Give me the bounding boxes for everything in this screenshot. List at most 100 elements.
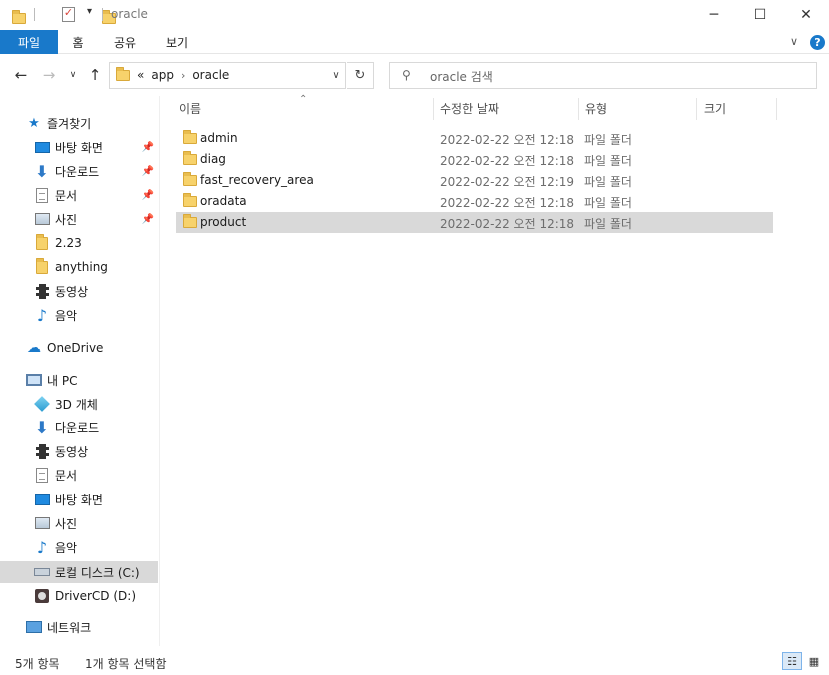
window-title: oracle	[111, 7, 148, 21]
file-type: 파일 폴더	[584, 154, 632, 168]
address-bar[interactable]: « app › oracle	[109, 62, 346, 89]
help-icon[interactable]: ?	[810, 35, 825, 50]
selection-count: 1개 항목 선택함	[85, 657, 167, 671]
navigation-pane: ★ 즐겨찾기 바탕 화면 📌 ⬇ 다운로드 📌 문서 📌 사진 📌 2.23 a…	[0, 96, 160, 646]
sidebar-item-label: 다운로드	[55, 164, 100, 179]
sidebar-item-label: 사진	[55, 516, 78, 531]
file-row-product[interactable]: product 2022-02-22 오전 12:18 파일 폴더	[176, 212, 773, 233]
breadcrumb-app[interactable]: app	[151, 68, 174, 82]
sidebar-item-quick-access[interactable]: ★ 즐겨찾기	[0, 112, 158, 134]
sidebar-item-label: 바탕 화면	[55, 492, 103, 507]
file-name: admin	[200, 131, 238, 145]
breadcrumb-oracle[interactable]: oracle	[192, 68, 229, 82]
sidebar-item-pc-videos[interactable]: 동영상	[0, 440, 158, 462]
file-modified: 2022-02-22 오전 12:19	[440, 175, 575, 189]
file-type: 파일 폴더	[584, 175, 632, 189]
folder-icon	[12, 10, 26, 24]
minimize-button[interactable]: ─	[691, 0, 737, 30]
folder-icon	[36, 257, 48, 274]
sidebar-item-pc-pictures[interactable]: 사진	[0, 512, 158, 534]
sidebar-item-network[interactable]: 네트워크	[0, 616, 158, 638]
column-divider[interactable]	[433, 98, 434, 120]
folder-icon	[36, 233, 48, 250]
large-icons-view-icon[interactable]: ▦	[804, 652, 824, 670]
file-name: oradata	[200, 194, 247, 208]
sidebar-item-pc-documents[interactable]: 문서	[0, 464, 158, 486]
chevron-right-icon[interactable]: ›	[181, 69, 185, 82]
properties-icon[interactable]	[61, 6, 75, 22]
sidebar-item-label: 동영상	[55, 444, 89, 459]
search-input[interactable]: oracle 검색	[430, 68, 493, 85]
file-row-diag[interactable]: diag 2022-02-22 오전 12:18 파일 폴더	[176, 149, 773, 170]
search-box[interactable]: ⚲ oracle 검색	[389, 62, 817, 89]
back-button[interactable]: ←	[11, 65, 31, 85]
sidebar-item-folder-anything[interactable]: anything	[0, 256, 158, 278]
sidebar-item-label: 음악	[55, 540, 78, 555]
column-divider[interactable]	[578, 98, 579, 120]
sidebar-item-label: 음악	[55, 308, 78, 323]
file-type: 파일 폴더	[584, 217, 632, 231]
column-header-type[interactable]: 유형	[585, 96, 695, 120]
column-header-modified[interactable]: 수정한 날짜	[440, 96, 575, 120]
sidebar-item-3d-objects[interactable]: 3D 개체	[0, 393, 158, 415]
title-bar: ▾ oracle ─ ☐ ✕	[0, 0, 829, 30]
sidebar-item-pc-desktop[interactable]: 바탕 화면	[0, 488, 158, 510]
computer-icon	[26, 374, 42, 386]
file-type: 파일 폴더	[584, 196, 632, 210]
sidebar-item-label: 로컬 디스크 (C:)	[55, 565, 140, 580]
tab-share[interactable]: 공유	[108, 30, 142, 54]
refresh-button[interactable]: ↻	[347, 62, 374, 89]
file-type: 파일 폴더	[584, 133, 632, 147]
sidebar-item-label: 사진	[55, 212, 78, 227]
column-divider[interactable]	[696, 98, 697, 120]
sidebar-item-pc-music[interactable]: ♪ 음악	[0, 536, 158, 558]
up-button[interactable]: ↑	[85, 65, 105, 85]
3d-objects-icon	[34, 396, 50, 412]
file-list: ⌃ 이름 수정한 날짜 유형 크기 admin 2022-02-22 오전 12…	[161, 94, 829, 646]
recent-locations-button[interactable]: ∨	[63, 65, 83, 85]
address-dropdown-button[interactable]: ∨	[326, 62, 346, 89]
column-divider[interactable]	[776, 98, 777, 120]
video-icon	[35, 443, 49, 459]
sidebar-item-documents[interactable]: 문서 📌	[0, 184, 158, 206]
toolbar-divider	[34, 8, 35, 21]
sidebar-item-folder-2-23[interactable]: 2.23	[0, 232, 158, 254]
sidebar-item-pc-downloads[interactable]: ⬇ 다운로드	[0, 416, 158, 438]
sidebar-item-onedrive[interactable]: ☁ OneDrive	[0, 337, 158, 359]
sidebar-item-this-pc[interactable]: 내 PC	[0, 369, 158, 391]
sidebar-item-videos[interactable]: 동영상	[0, 280, 158, 302]
customize-quick-access-icon[interactable]: ▾	[87, 6, 92, 24]
column-header-size[interactable]: 크기	[704, 96, 774, 120]
close-button[interactable]: ✕	[783, 0, 829, 30]
cloud-icon: ☁	[27, 340, 41, 356]
sidebar-item-local-disk-c[interactable]: 로컬 디스크 (C:)	[0, 561, 158, 583]
sidebar-item-label: 네트워크	[47, 620, 92, 635]
sidebar-item-music[interactable]: ♪ 음악	[0, 304, 158, 326]
folder-icon	[183, 172, 197, 186]
star-icon: ★	[28, 115, 40, 131]
sidebar-item-downloads[interactable]: ⬇ 다운로드 📌	[0, 160, 158, 182]
download-icon: ⬇	[35, 161, 49, 181]
maximize-button[interactable]: ☐	[737, 0, 783, 30]
column-header-name[interactable]: 이름	[179, 96, 429, 120]
pictures-icon	[34, 213, 50, 225]
sidebar-item-pictures[interactable]: 사진 📌	[0, 208, 158, 230]
music-icon: ♪	[36, 305, 48, 325]
cd-drive-icon	[35, 589, 49, 603]
item-count: 5개 항목	[15, 657, 60, 671]
tab-file[interactable]: 파일	[0, 30, 58, 54]
expand-ribbon-icon[interactable]: ∨	[790, 35, 798, 48]
tab-view[interactable]: 보기	[160, 30, 194, 54]
file-row-oradata[interactable]: oradata 2022-02-22 오전 12:18 파일 폴더	[176, 191, 773, 212]
forward-button[interactable]: →	[39, 65, 59, 85]
sidebar-item-label: 다운로드	[55, 420, 100, 435]
details-view-icon[interactable]: ☷	[782, 652, 802, 670]
folder-icon	[183, 193, 197, 207]
tab-home[interactable]: 홈	[64, 30, 92, 54]
sidebar-item-drivercd-d[interactable]: DriverCD (D:)	[0, 585, 158, 607]
file-row-fast-recovery-area[interactable]: fast_recovery_area 2022-02-22 오전 12:19 파…	[176, 170, 773, 191]
sidebar-item-desktop[interactable]: 바탕 화면 📌	[0, 136, 158, 158]
file-row-admin[interactable]: admin 2022-02-22 오전 12:18 파일 폴더	[176, 128, 773, 149]
sidebar-item-label: 동영상	[55, 284, 89, 299]
breadcrumb-overflow[interactable]: «	[137, 68, 144, 82]
